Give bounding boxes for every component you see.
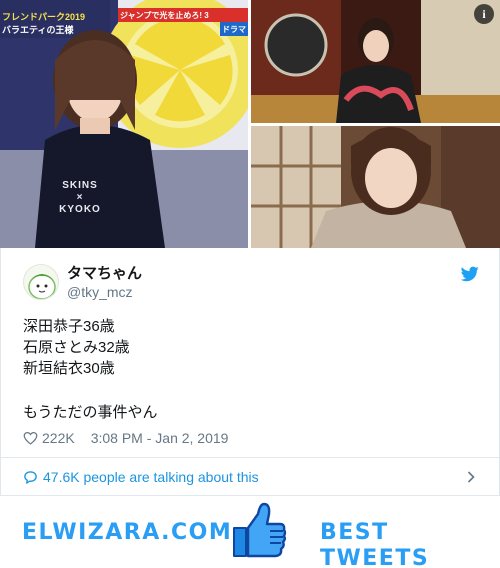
tweet-text-line: 新垣結衣30歳 [23,360,115,377]
promo-banner: ELWIZARA.COM BEST TWEETS [0,496,500,568]
display-name[interactable]: タマちゃん [67,264,142,284]
chevron-right-icon[interactable] [467,471,475,483]
tweet-text-line: 石原さとみ32歳 [23,339,130,356]
tweet-text-line: もうただの事件やん [23,404,158,421]
info-icon[interactable]: i [474,4,494,24]
tweet-media-grid[interactable]: フレンドパーク2019 バラエティの王様 ジャンプで光を止めろ! 3 ドラマ S… [0,0,500,248]
shirt-text-line: KYOKO [59,204,101,215]
tweet-timestamp[interactable]: 3:08 PM - Jan 2, 2019 [91,430,229,446]
shirt-text-line: SKINS [62,180,98,191]
tweet-card[interactable]: タマちゃん @tky_mcz 深田恭子36歳 石原さとみ32歳 新垣結衣30歳 … [0,248,500,496]
thumbs-up-icon [233,502,287,558]
shirt-text-line: × [76,192,84,203]
tweet-text-blank-line [23,379,463,402]
like-count[interactable]: 222K [42,430,75,446]
caption-variety-title: フレンドパーク2019 [2,12,86,22]
twitter-bird-icon[interactable] [461,266,479,282]
talking-about-text[interactable]: 47.6K people are talking about this [43,468,259,486]
media-photo-bottom-right[interactable] [251,126,500,248]
best-tweets-text: BEST TWEETS [320,520,430,568]
tweet-text: 深田恭子36歳 石原さとみ32歳 新垣結衣30歳 もうただの事件やん [23,316,463,423]
tweet-text-line: 深田恭子36歳 [23,318,115,335]
conversation-link[interactable]: 47.6K people are talking about this [1,457,499,496]
heart-icon[interactable] [23,431,38,445]
caption-drama: ドラマ [222,25,246,34]
caption-variety-sub: バラエティの王様 [2,25,74,35]
avatar[interactable] [23,264,59,300]
site-name-text[interactable]: ELWIZARA.COM [22,520,232,546]
shirt-print: SKINS × KYOKO [40,180,120,216]
caption-jump: ジャンプで光を止めろ! 3 [120,11,209,20]
media-photo-left[interactable]: フレンドパーク2019 バラエティの王様 ジャンプで光を止めろ! 3 ドラマ S… [0,0,248,248]
media-photo-top-right[interactable]: i [251,0,500,123]
tweet-meta: 222K 3:08 PM - Jan 2, 2019 [23,428,228,448]
user-handle[interactable]: @tky_mcz [67,283,133,301]
speech-bubble-icon [24,471,37,484]
tweet-header: タマちゃん @tky_mcz [23,264,479,304]
